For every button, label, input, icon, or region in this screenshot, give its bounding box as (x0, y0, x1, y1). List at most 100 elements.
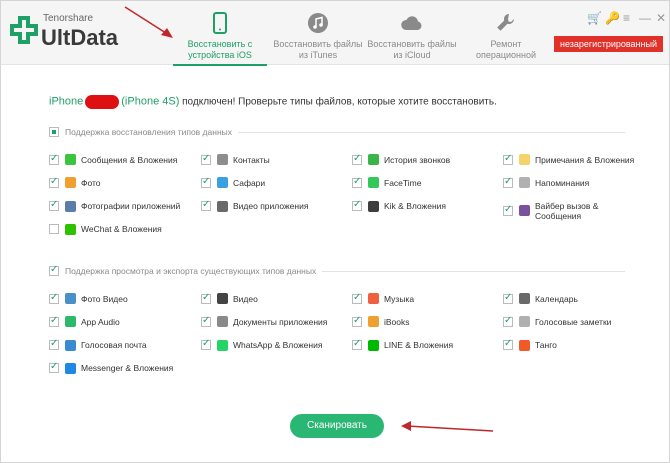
music-app-icon (368, 293, 379, 304)
section-export-checkbox[interactable] (49, 264, 59, 276)
unregistered-badge[interactable]: незарегистрированный (553, 36, 663, 52)
item-checkbox[interactable] (503, 338, 513, 351)
reminders-icon (519, 177, 530, 189)
item-label: Сафари (233, 177, 266, 188)
item-checkbox[interactable] (503, 176, 513, 188)
item-checkbox[interactable] (201, 176, 211, 188)
video-icon (217, 293, 228, 304)
data-type-item[interactable]: Примечания & Вложения (503, 153, 635, 165)
item-checkbox[interactable] (352, 176, 362, 188)
annotation-arrow-top (124, 6, 173, 38)
data-type-item[interactable]: LINE & Вложения (352, 338, 453, 351)
phone-icon (213, 12, 227, 34)
item-checkbox[interactable] (201, 153, 211, 165)
app-photos-icon (65, 200, 76, 212)
item-checkbox[interactable] (201, 292, 211, 304)
tab-label-line1: Восстановить файлы (367, 39, 457, 49)
item-label: Вайбер вызов & Сообщения (535, 200, 599, 221)
item-label: Видео приложения (233, 201, 309, 212)
wechat-icon (65, 223, 76, 235)
data-type-item[interactable]: Вайбер вызов &Сообщения (503, 201, 598, 221)
section-recover-label: Поддержка восстановления типов данных (65, 127, 232, 137)
data-type-item[interactable]: Видео (201, 292, 258, 304)
close-icon[interactable]: ✕ (656, 11, 666, 25)
data-type-item[interactable]: Фото (49, 176, 101, 189)
cart-icon[interactable]: 🛒 (587, 11, 602, 25)
item-label: Напоминания (535, 177, 590, 188)
key-icon[interactable]: 🔑 (605, 11, 620, 25)
data-type-item[interactable]: Напоминания (503, 176, 590, 189)
data-type-item[interactable]: Танго (503, 338, 557, 351)
data-type-item[interactable]: Messenger & Вложения (49, 361, 173, 374)
item-checkbox[interactable] (201, 199, 211, 212)
item-checkbox[interactable] (49, 153, 59, 165)
section-recover-checkbox[interactable] (49, 127, 59, 137)
data-type-item[interactable]: Фото Видео (49, 292, 128, 304)
section-export-title: Поддержка просмотра и экспорта существую… (49, 264, 625, 276)
data-type-item[interactable]: История звонков (352, 153, 450, 165)
item-checkbox[interactable] (49, 338, 59, 351)
item-checkbox[interactable] (49, 361, 59, 374)
data-type-item[interactable]: WhatsApp & Вложения (201, 338, 322, 351)
data-type-item[interactable]: Фотографии приложений (49, 199, 180, 212)
item-checkbox[interactable] (49, 292, 59, 304)
data-type-item[interactable]: Сообщения & Вложения (49, 153, 178, 165)
device-status-line: iPhone (iPhone 4S) подключен! Проверьте т… (49, 95, 497, 109)
minimize-icon[interactable]: — (639, 11, 651, 25)
item-label: Фото (81, 177, 101, 188)
item-label: Фото Видео (81, 293, 128, 304)
item-checkbox[interactable] (503, 315, 513, 327)
data-type-item[interactable]: Сафари (201, 176, 266, 189)
item-checkbox[interactable] (201, 338, 211, 351)
data-type-item[interactable]: Kik & Вложения (352, 199, 446, 212)
item-label: Примечания & Вложения (535, 154, 635, 165)
item-label: Календарь (535, 293, 578, 304)
item-checkbox[interactable] (503, 153, 513, 165)
calendar-icon (519, 293, 530, 304)
wrench-icon (497, 13, 515, 31)
item-checkbox[interactable] (352, 199, 362, 212)
item-checkbox[interactable] (201, 315, 211, 327)
data-type-item[interactable]: Документы приложения (201, 315, 327, 328)
item-checkbox[interactable] (49, 199, 59, 212)
data-type-item[interactable]: Видео приложения (201, 199, 309, 212)
item-checkbox[interactable] (352, 315, 362, 327)
item-checkbox[interactable] (503, 204, 513, 216)
data-type-item[interactable]: Голосовая почта (49, 338, 147, 351)
data-type-item[interactable]: iBooks (352, 315, 410, 328)
header-bar: Tenorshare UltData Восстановить с устрой… (1, 1, 669, 66)
device-model: (iPhone 4S) (121, 95, 180, 108)
data-type-item[interactable]: Голосовые заметки (503, 315, 611, 328)
tab-label-line1: Ремонт (490, 39, 522, 49)
tab-recover-ios[interactable]: Восстановить с устройства iOS (173, 1, 267, 66)
tab-repair-os[interactable]: Ремонт операционной (459, 1, 553, 65)
data-type-item[interactable]: Музыка (352, 292, 414, 304)
item-label: Сообщения & Вложения (81, 154, 178, 165)
data-type-item[interactable]: FaceTime (352, 176, 421, 189)
photos-icon (65, 177, 76, 189)
data-type-item[interactable]: WeChat & Вложения (49, 223, 162, 235)
contacts-icon (217, 154, 228, 165)
scan-button[interactable]: Сканировать (290, 414, 384, 438)
tab-recover-itunes[interactable]: Восстановить файлы из iTunes (271, 1, 365, 65)
music-icon (308, 13, 328, 33)
data-type-item[interactable]: Календарь (503, 292, 578, 304)
item-checkbox[interactable] (49, 315, 59, 327)
item-label: Голосовая почта (81, 340, 147, 351)
item-checkbox[interactable] (49, 176, 59, 188)
viber-icon (519, 205, 530, 217)
item-checkbox[interactable] (352, 338, 362, 351)
device-name: iPhone (49, 95, 84, 108)
tab-label-line1: Восстановить файлы (273, 39, 363, 49)
menu-icon[interactable]: ≡ (623, 11, 630, 25)
item-checkbox[interactable] (352, 153, 362, 165)
item-checkbox[interactable] (49, 224, 59, 235)
data-type-item[interactable]: App Audio (49, 315, 120, 328)
tango-icon (519, 339, 530, 351)
data-type-item[interactable]: Контакты (201, 153, 270, 165)
redaction-mark (85, 95, 120, 109)
item-checkbox[interactable] (503, 292, 513, 304)
tab-recover-icloud[interactable]: Восстановить файлы из iCloud (365, 1, 459, 65)
item-checkbox[interactable] (352, 292, 362, 304)
brand-product: UltData (41, 25, 119, 50)
